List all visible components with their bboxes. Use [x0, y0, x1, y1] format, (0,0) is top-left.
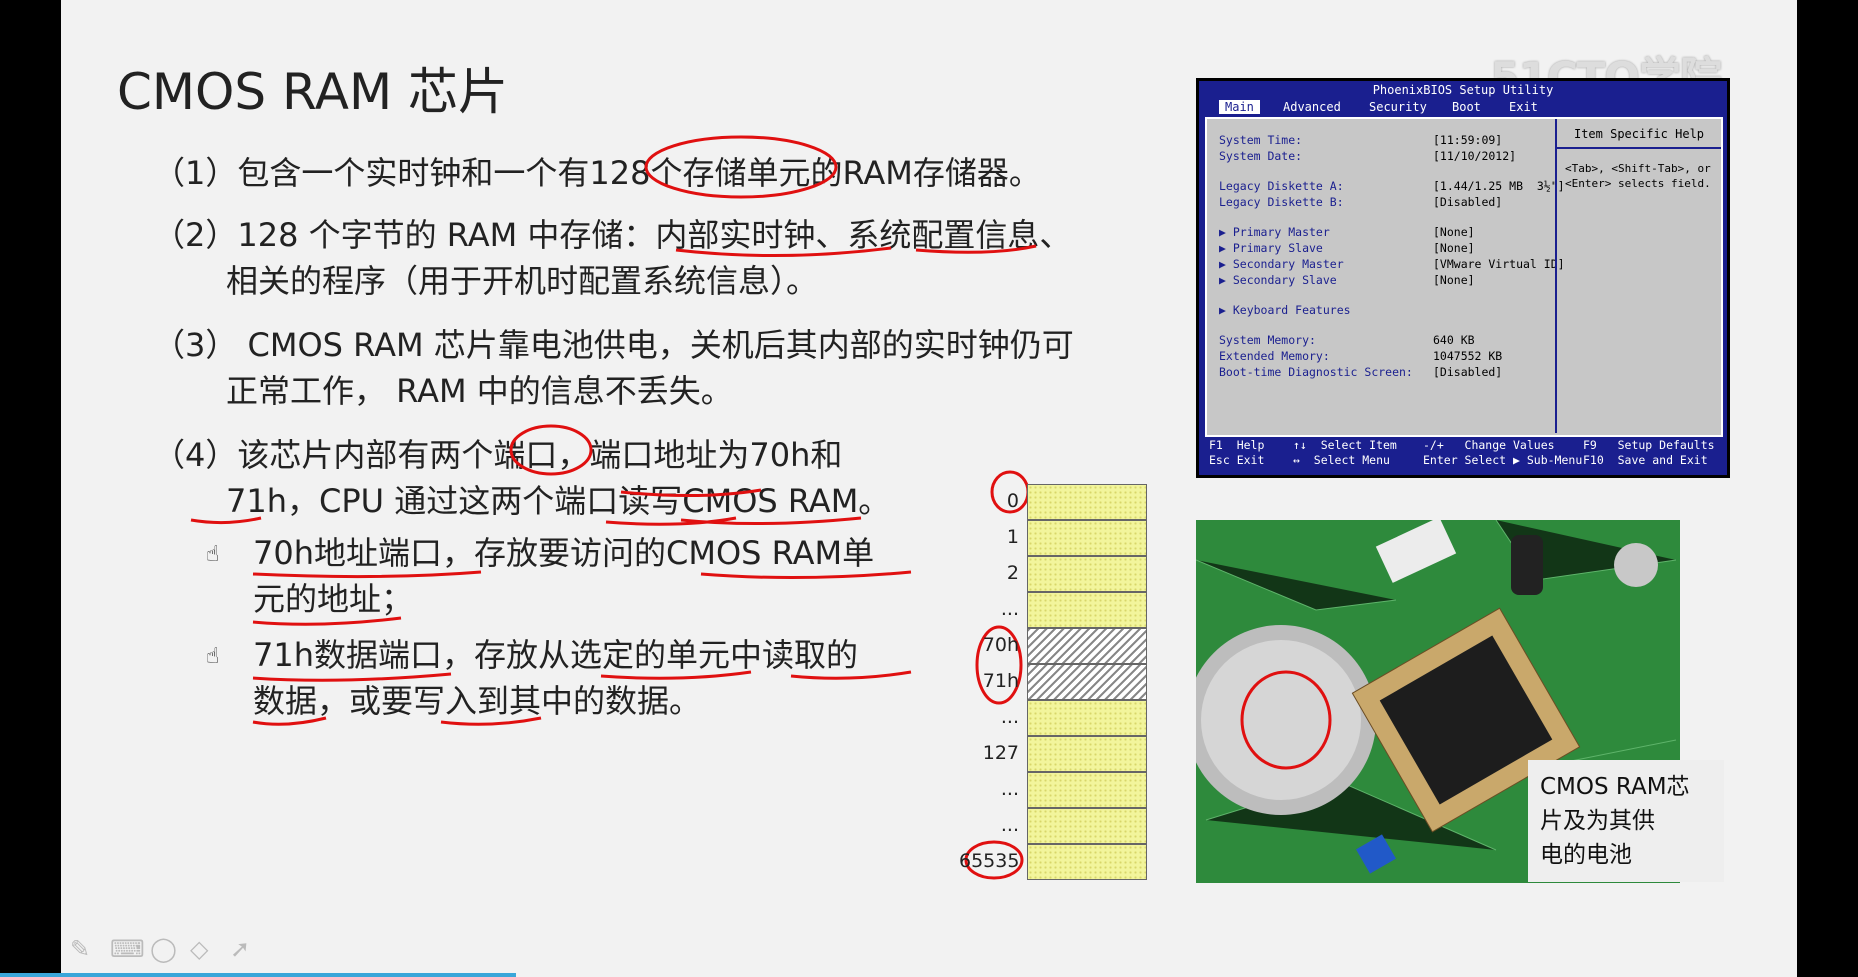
- memory-cell: [1027, 592, 1147, 628]
- bios-setting-row[interactable]: Boot-time Diagnostic Screen: [Disabled]: [1219, 365, 1502, 379]
- bios-setting-label: System Date:: [1219, 149, 1303, 163]
- bios-setting-value: [1.44/1.25 MB 3½"]: [1433, 179, 1565, 193]
- memory-cell-address: ...: [1000, 814, 1019, 836]
- bios-footer: F1 Help Esc Exit ↑↓ Select Item ↔ Select…: [1209, 438, 1715, 467]
- bios-setting-value: 640 KB: [1433, 333, 1475, 347]
- bios-setting-value: [11:59:09]: [1433, 133, 1503, 147]
- bios-tab-advanced[interactable]: Advanced: [1277, 100, 1347, 114]
- bios-setting-label: Legacy Diskette A:: [1219, 179, 1344, 193]
- bios-setting-label: System Memory:: [1219, 333, 1316, 347]
- pen-icon[interactable]: ✎: [70, 935, 90, 963]
- bios-tab-main[interactable]: Main: [1219, 100, 1260, 114]
- bios-setting-value: [None]: [1433, 225, 1475, 239]
- playback-progress-bar[interactable]: [0, 973, 516, 977]
- memory-cell-address: 0: [1006, 490, 1019, 512]
- bios-setting-row[interactable]: Legacy Diskette B: [Disabled]: [1219, 195, 1502, 209]
- bios-setting-value: 1047552 KB: [1433, 349, 1503, 363]
- bios-setting-value: [Disabled]: [1433, 195, 1503, 209]
- lasso-icon[interactable]: ◯: [150, 935, 177, 963]
- bios-help-text: <Tab>, <Shift-Tab>, or <Enter> selects f…: [1565, 162, 1711, 190]
- bios-help-panel: Item Specific Help <Tab>, <Shift-Tab>, o…: [1555, 119, 1721, 433]
- memory-cell: [1027, 556, 1147, 592]
- bios-setting-row[interactable]: System Time: [11:59:09]: [1219, 133, 1502, 147]
- bios-setting-label: Legacy Diskette B:: [1219, 195, 1344, 209]
- memory-cell: [1027, 520, 1147, 556]
- memory-cell-address: ...: [1000, 706, 1019, 728]
- cmos-memory-diagram: 0 1 2... 70h 71h... 127...... 65535: [959, 484, 1149, 884]
- memory-cell-address: 71h: [982, 670, 1019, 692]
- bios-setting-label: Extended Memory:: [1219, 349, 1330, 363]
- bios-setting-value: [None]: [1433, 241, 1475, 255]
- bios-setting-label: System Time:: [1219, 133, 1303, 147]
- bios-setting-value: [11/10/2012]: [1433, 149, 1517, 163]
- memory-cell: [1027, 736, 1147, 772]
- bios-tab-security[interactable]: Security: [1363, 100, 1433, 114]
- pointer-icon[interactable]: ➚: [230, 935, 250, 963]
- memory-cell-address: 127: [982, 742, 1019, 764]
- memory-cell: [1027, 628, 1147, 664]
- bios-setting-row[interactable]: System Memory: 640 KB: [1219, 333, 1475, 347]
- memory-cell: [1027, 844, 1147, 880]
- bios-setting-row[interactable]: ▶ Primary Slave [None]: [1219, 241, 1475, 255]
- bios-setting-value: [VMware Virtual ID]: [1433, 257, 1565, 271]
- photo-caption: CMOS RAM芯 片及为其供 电的电池: [1528, 760, 1724, 882]
- memory-cell: [1027, 664, 1147, 700]
- memory-cell-address: 1: [1006, 526, 1019, 548]
- eraser-icon[interactable]: ◇: [190, 935, 208, 963]
- bios-screenshot: PhoenixBIOS Setup Utility Main Advanced …: [1196, 78, 1730, 478]
- memory-cell-address: 2: [1006, 562, 1019, 584]
- memory-cell-address: 65535: [959, 850, 1020, 872]
- bios-setting-row[interactable]: ▶ Keyboard Features: [1219, 303, 1351, 317]
- memory-cell-address: 70h: [982, 634, 1019, 656]
- bios-setting-label: ▶ Primary Master: [1219, 225, 1330, 239]
- bios-setting-label: ▶ Keyboard Features: [1219, 303, 1351, 317]
- bios-setting-label: Boot-time Diagnostic Screen:: [1219, 365, 1413, 379]
- bios-help-title: Item Specific Help: [1557, 127, 1721, 149]
- bios-tab-boot[interactable]: Boot: [1446, 100, 1487, 114]
- bios-setting-value: [Disabled]: [1433, 365, 1503, 379]
- bios-setting-row[interactable]: Extended Memory: 1047552 KB: [1219, 349, 1502, 363]
- bios-menu-bar: Main Advanced Security Boot Exit: [1199, 99, 1727, 115]
- bios-setting-row[interactable]: ▶ Secondary Slave [None]: [1219, 273, 1475, 287]
- bios-setting-label: ▶ Primary Slave: [1219, 241, 1323, 255]
- bios-setting-row[interactable]: System Date: [11/10/2012]: [1219, 149, 1516, 163]
- bios-title: PhoenixBIOS Setup Utility: [1372, 83, 1554, 97]
- memory-cell: [1027, 772, 1147, 808]
- bios-setting-row[interactable]: Legacy Diskette A: [1.44/1.25 MB 3½"]: [1219, 179, 1565, 193]
- memory-cell: [1027, 700, 1147, 736]
- bios-setting-label: ▶ Secondary Slave: [1219, 273, 1337, 287]
- bios-setting-row[interactable]: ▶ Primary Master [None]: [1219, 225, 1475, 239]
- memory-cell-address: ...: [1000, 778, 1019, 800]
- bios-tab-exit[interactable]: Exit: [1503, 100, 1544, 114]
- keyboard-icon[interactable]: ⌨: [110, 935, 145, 963]
- bios-setting-value: [None]: [1433, 273, 1475, 287]
- memory-cell: [1027, 808, 1147, 844]
- memory-cell: [1027, 484, 1147, 520]
- memory-cell-address: ...: [1000, 598, 1019, 620]
- bios-main-panel: System Time: [11:59:09] System Date: [11/10…: [1205, 117, 1723, 437]
- bios-setting-label: ▶ Secondary Master: [1219, 257, 1344, 271]
- bios-setting-row[interactable]: ▶ Secondary Master [VMware Virtual ID]: [1219, 257, 1565, 271]
